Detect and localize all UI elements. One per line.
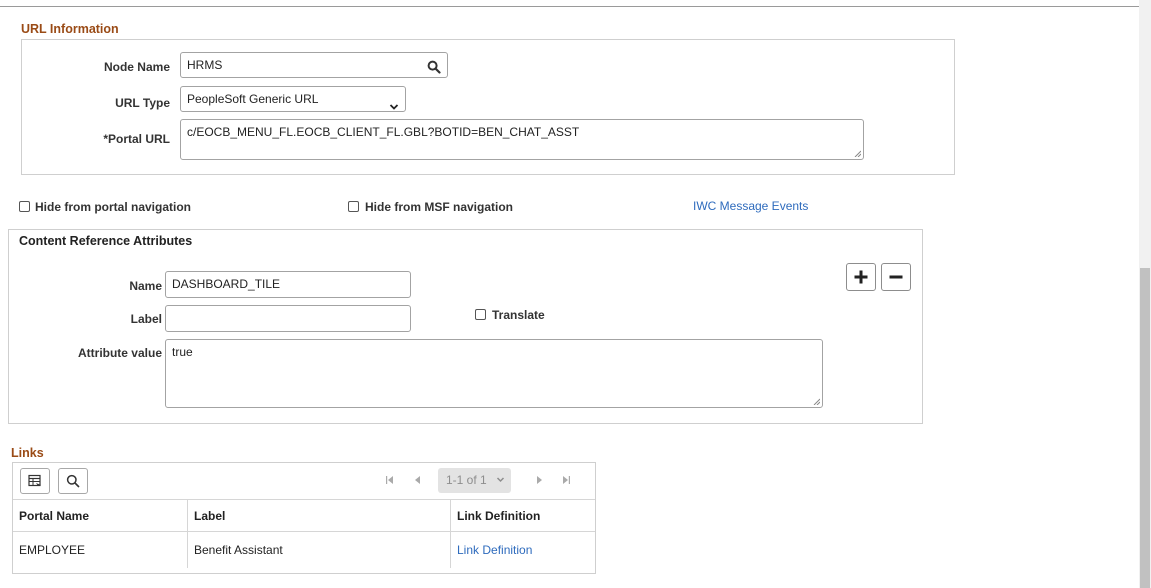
personalize-grid-button[interactable] — [20, 468, 50, 494]
pagination-text: 1-1 of 1 — [446, 473, 487, 487]
chevron-down-icon — [496, 468, 505, 493]
attr-label-label: Label — [130, 312, 162, 326]
attr-name-value: DASHBOARD_TILE — [172, 277, 281, 291]
previous-page-icon[interactable] — [414, 474, 421, 488]
attribute-value-field[interactable]: true — [165, 339, 823, 408]
portal-name-cell: EMPLOYEE — [19, 543, 86, 557]
find-icon — [66, 474, 80, 488]
attribute-value-text: true — [172, 345, 193, 359]
column-header-portal-name[interactable]: Portal Name — [13, 500, 188, 532]
column-header-label[interactable]: Label — [187, 500, 451, 532]
resize-grip-icon[interactable] — [813, 398, 820, 405]
links-table: Portal Name Label Link Definition EMPLOY… — [13, 500, 595, 568]
page-scrollbar[interactable] — [1139, 0, 1151, 588]
remove-icon — [889, 275, 903, 279]
links-grid: 1-1 of 1 Portal Name Label Link Definiti… — [12, 462, 596, 574]
add-row-button[interactable] — [846, 263, 876, 291]
content-reference-attributes-title: Content Reference Attributes — [19, 234, 193, 248]
portal-url-field[interactable]: c/EOCB_MENU_FL.EOCB_CLIENT_FL.GBL?BOTID=… — [180, 119, 864, 160]
links-grid-toolbar: 1-1 of 1 — [13, 463, 595, 500]
attr-name-label: Name — [129, 279, 162, 293]
portal-url-label: *Portal URL — [103, 132, 170, 146]
node-name-value: HRMS — [187, 58, 223, 72]
attr-label-input[interactable] — [165, 305, 411, 332]
url-information-box: Node Name HRMS URL Type PeopleSoft Gener… — [21, 39, 955, 175]
iwc-message-events-link[interactable]: IWC Message Events — [693, 199, 808, 213]
table-row: EMPLOYEE Benefit Assistant Link Definiti… — [13, 531, 595, 568]
pagination-select[interactable]: 1-1 of 1 — [438, 468, 511, 493]
chevron-down-icon — [389, 95, 399, 119]
page-top-border — [0, 6, 1151, 7]
url-type-select[interactable]: PeopleSoft Generic URL — [180, 86, 406, 112]
scrollbar-thumb[interactable] — [1140, 268, 1150, 588]
first-page-icon[interactable] — [385, 474, 394, 488]
personalize-grid-icon — [28, 474, 41, 487]
hide-portal-nav-checkbox[interactable] — [19, 201, 30, 212]
link-definition-link[interactable]: Link Definition — [450, 531, 595, 568]
attr-name-input[interactable]: DASHBOARD_TILE — [165, 271, 411, 298]
translate-label: Translate — [492, 308, 545, 322]
node-name-label: Node Name — [103, 60, 170, 74]
portal-url-value: c/EOCB_MENU_FL.EOCB_CLIENT_FL.GBL?BOTID=… — [187, 125, 580, 139]
add-icon — [854, 270, 868, 284]
table-header-row: Portal Name Label Link Definition — [13, 500, 595, 532]
label-cell: Benefit Assistant — [187, 531, 451, 568]
hide-portal-nav-label: Hide from portal navigation — [35, 200, 192, 214]
search-icon[interactable] — [427, 58, 441, 74]
hide-msf-nav-checkbox[interactable] — [348, 201, 359, 212]
resize-grip-icon[interactable] — [854, 150, 861, 157]
hide-msf-nav-label: Hide from MSF navigation — [365, 200, 514, 214]
content-reference-attributes-box: Content Reference Attributes Name DASHBO… — [8, 229, 923, 424]
links-title: Links — [11, 446, 44, 460]
find-button[interactable] — [58, 468, 88, 494]
url-type-value: PeopleSoft Generic URL — [187, 92, 319, 106]
node-name-input[interactable]: HRMS — [180, 52, 448, 78]
url-information-title: URL Information — [21, 22, 119, 36]
translate-checkbox[interactable] — [475, 309, 486, 320]
url-type-label: URL Type — [115, 96, 170, 110]
column-header-link-definition[interactable]: Link Definition — [450, 500, 595, 532]
attribute-value-label: Attribute value — [77, 346, 162, 360]
delete-row-button[interactable] — [881, 263, 911, 291]
last-page-icon[interactable] — [562, 474, 571, 488]
next-page-icon[interactable] — [536, 474, 543, 488]
